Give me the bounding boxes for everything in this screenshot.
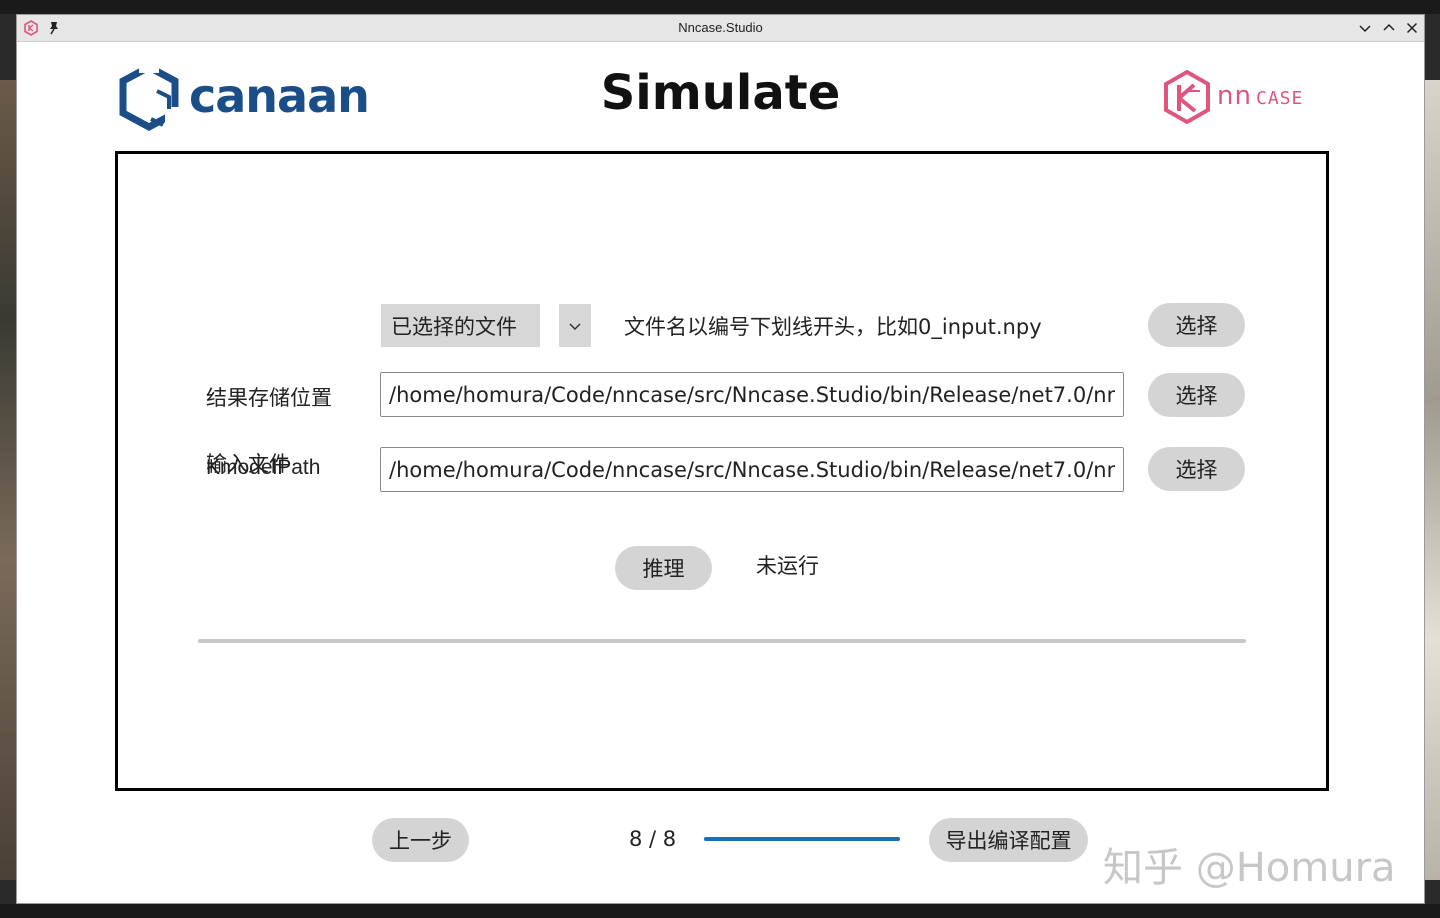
window-title: Nncase.Studio [678, 20, 763, 35]
run-status: 未运行 [756, 554, 819, 578]
step-progress-bar [704, 837, 900, 841]
app-window: Nncase.Studio canaan Simulate nn CASE 输入… [16, 14, 1425, 904]
zhihu-watermark: 知乎 @Homura [1103, 845, 1396, 891]
input-file-select-button[interactable]: 选择 [1148, 303, 1245, 347]
result-location-label: 结果存储位置 [206, 386, 332, 410]
input-file-hint: 文件名以编号下划线开头，比如0_input.npy [624, 315, 1042, 339]
infer-button-label: 推理 [642, 557, 685, 581]
result-location-input[interactable] [380, 372, 1124, 417]
prev-step-button[interactable]: 上一步 [372, 818, 469, 862]
kmodel-path-input[interactable] [380, 447, 1124, 492]
chevron-down-icon [569, 322, 581, 330]
input-file-combo[interactable]: 已选择的文件 [381, 304, 540, 347]
title-bar[interactable]: Nncase.Studio [17, 15, 1424, 42]
step-progress-fill [704, 837, 900, 841]
result-location-select-button[interactable]: 选择 [1148, 373, 1245, 417]
kmodel-path-label: KmodelPath [206, 456, 321, 479]
desktop-background-right [1424, 80, 1440, 880]
infer-button[interactable]: 推理 [615, 546, 712, 590]
infer-progress-bar [198, 639, 1246, 643]
nncase-logo: nn CASE [1162, 69, 1322, 125]
export-config-button[interactable]: 导出编译配置 [929, 818, 1088, 862]
desktop-background-left [0, 80, 16, 880]
kmodel-path-select-label: 选择 [1175, 458, 1218, 482]
maximize-icon[interactable] [1381, 20, 1397, 36]
nncase-logo-case-text: CASE [1256, 88, 1304, 109]
kmodel-path-select-button[interactable]: 选择 [1148, 447, 1245, 491]
result-location-select-label: 选择 [1175, 384, 1218, 408]
desktop-top [0, 0, 1440, 14]
simulate-panel: 输入文件 已选择的文件 文件名以编号下划线开头，比如0_input.npy 选择… [115, 151, 1329, 791]
desktop-bottom [0, 904, 1440, 918]
prev-step-label: 上一步 [389, 829, 452, 853]
input-file-combo-toggle[interactable] [559, 304, 591, 347]
nncase-logo-icon [1164, 69, 1210, 125]
nncase-logo-nn-text: nn [1217, 81, 1252, 111]
minimize-icon[interactable] [1357, 20, 1373, 36]
input-file-select-label: 选择 [1175, 314, 1218, 338]
input-file-combo-value: 已选择的文件 [391, 314, 517, 339]
page-counter: 8 / 8 [629, 827, 677, 851]
export-config-label: 导出编译配置 [945, 829, 1072, 853]
close-icon[interactable] [1404, 20, 1420, 36]
